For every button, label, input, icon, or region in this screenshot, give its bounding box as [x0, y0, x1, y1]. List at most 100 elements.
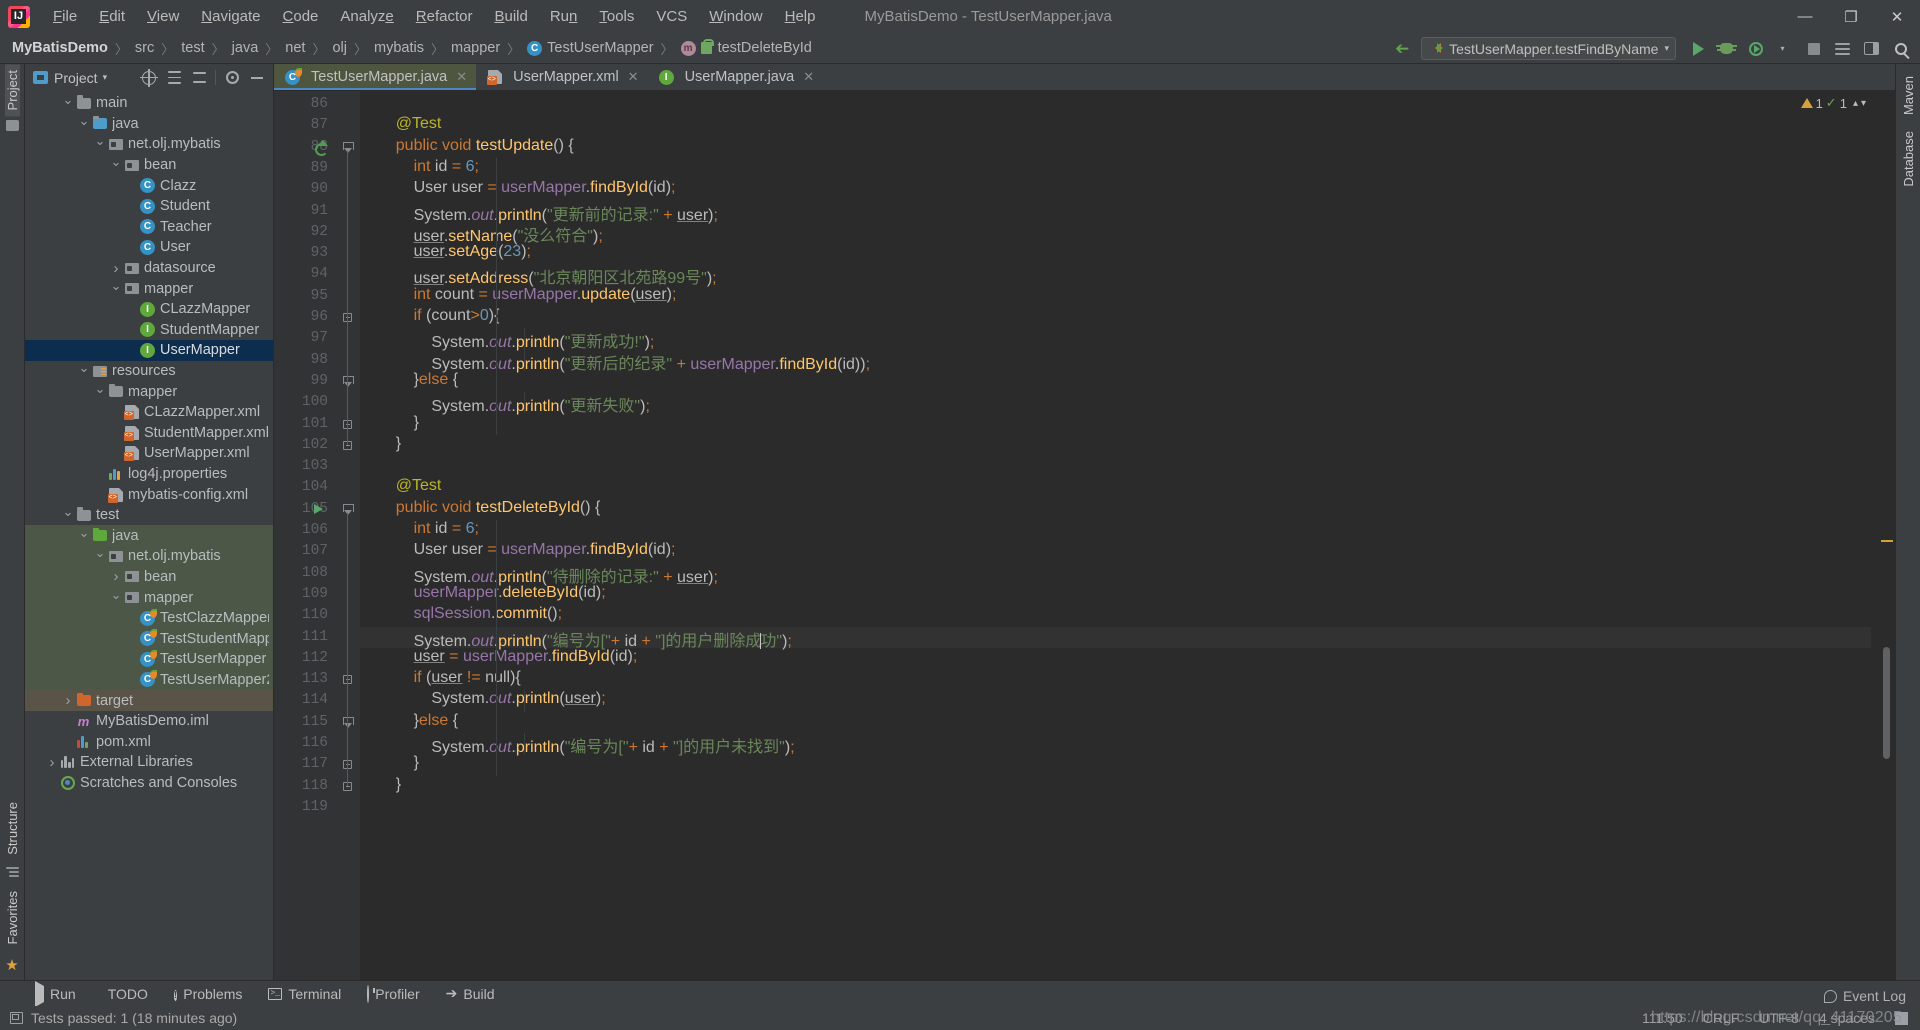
menu-edit[interactable]: Edit	[88, 5, 136, 28]
tree-toggle-right-icon[interactable]	[45, 754, 59, 771]
settings-gear-icon[interactable]	[220, 66, 244, 89]
hide-panel-button[interactable]	[245, 66, 269, 89]
bottom-tab-profiler[interactable]: Profiler	[354, 984, 432, 1003]
tree-node-bean[interactable]: bean	[25, 566, 273, 588]
code-line[interactable]: }else {	[360, 712, 1871, 733]
tree-toggle-down-icon[interactable]	[109, 281, 123, 297]
tree-toggle-down-icon[interactable]	[93, 384, 107, 400]
tree-toggle-right-icon[interactable]	[61, 692, 75, 709]
tree-toggle-down-icon[interactable]	[109, 590, 123, 606]
tree-node-studentmapper-xml[interactable]: StudentMapper.xml	[25, 423, 273, 444]
code-line[interactable]: }	[360, 414, 1871, 435]
code-line[interactable]: user.setAddress("北京朝阳区北苑路99号");	[360, 264, 1871, 287]
tree-toggle-down-icon[interactable]	[77, 363, 91, 379]
menu-analyze[interactable]: Analyze	[329, 5, 404, 28]
code-line[interactable]: System.out.println("更新成功!");	[360, 328, 1871, 351]
tree-node-java[interactable]: java	[25, 525, 273, 547]
next-highlight-icon[interactable]: ▾	[1861, 98, 1866, 109]
tree-node-testusermapper2[interactable]: C TestUserMapper2	[25, 669, 273, 691]
tree-node-mybatis-config-xml[interactable]: mybatis-config.xml	[25, 484, 273, 505]
prev-highlight-icon[interactable]: ▴	[1853, 98, 1858, 109]
menu-refactor[interactable]: Refactor	[405, 5, 484, 28]
debug-button[interactable]	[1713, 35, 1740, 62]
tree-node-clazzmapper-xml[interactable]: CLazzMapper.xml	[25, 402, 273, 423]
tree-node-mybatisdemo-iml[interactable]: m MyBatisDemo.iml	[25, 711, 273, 732]
tree-node-teststudentmapper[interactable]: CTestStudentMapper	[25, 628, 273, 650]
tree-toggle-right-icon[interactable]	[109, 260, 123, 277]
run-button[interactable]	[1684, 35, 1711, 62]
collapse-all-button[interactable]	[187, 66, 211, 89]
code-line[interactable]: sqlSession.commit();	[360, 605, 1871, 626]
tool-window-maven[interactable]: Maven	[1901, 70, 1916, 121]
fold-gutter[interactable]	[336, 91, 360, 980]
file-encoding[interactable]: UTF-8	[1759, 1010, 1799, 1026]
editor-tab-testusermapper-java[interactable]: C TestUserMapper.java ✕	[274, 64, 477, 90]
tree-node-java[interactable]: java	[25, 114, 273, 135]
breadcrumb-testusermapper[interactable]: C TestUserMapper	[527, 40, 654, 56]
tree-node-teacher[interactable]: C Teacher	[25, 217, 273, 238]
more-run-options-button[interactable]: ▾	[1771, 35, 1798, 62]
indent-setting[interactable]: 4 spaces	[1819, 1010, 1875, 1026]
tree-node-user[interactable]: C User	[25, 237, 273, 258]
code-line[interactable]: @Test	[360, 477, 1871, 498]
tree-node-testclazzmapper[interactable]: C TestClazzMapper	[25, 607, 273, 629]
breadcrumb-src[interactable]: src	[135, 40, 154, 56]
layout-button[interactable]	[1858, 35, 1885, 62]
code-line[interactable]: public void testUpdate() {	[360, 137, 1871, 158]
tree-node-usermapper[interactable]: I UserMapper	[25, 340, 273, 361]
code-line[interactable]: }	[360, 435, 1871, 456]
menu-code[interactable]: Code	[272, 5, 330, 28]
code-line[interactable]: System.out.println("更新前的记录:" + user);	[360, 201, 1871, 224]
tree-node-mapper[interactable]: mapper	[25, 381, 273, 402]
tree-node-test[interactable]: test	[25, 505, 273, 526]
menu-run[interactable]: Run	[539, 5, 589, 28]
code-line[interactable]: System.out.println("更新后的纪录" + userMapper…	[360, 350, 1871, 373]
chevron-down-icon[interactable]: ▾	[103, 72, 108, 83]
star-icon[interactable]: ★	[5, 956, 18, 974]
breadcrumb-olj[interactable]: olj	[332, 40, 347, 56]
code-line[interactable]: int id = 6;	[360, 158, 1871, 179]
tree-node-log4j-properties[interactable]: log4j.properties	[25, 464, 273, 485]
tree-toggle-down-icon[interactable]	[61, 95, 75, 111]
close-button[interactable]: ✕	[1874, 0, 1920, 33]
project-tree[interactable]: mainjavanet.olj.mybatisbeanCClazzCStuden…	[25, 91, 273, 980]
bottom-tab-problems[interactable]: ! Problems	[161, 985, 255, 1002]
tree-node-main[interactable]: main	[25, 93, 273, 114]
code-line[interactable]: if (user != null){	[360, 669, 1871, 690]
menu-vcs[interactable]: VCS	[645, 5, 698, 28]
menu-window[interactable]: Window	[698, 5, 773, 28]
run-test-method-icon[interactable]	[314, 139, 328, 156]
tree-node-testusermapper[interactable]: C TestUserMapper	[25, 649, 273, 670]
menu-navigate[interactable]: Navigate	[190, 5, 271, 28]
run-with-coverage-button[interactable]	[1742, 35, 1769, 62]
code-line[interactable]: user.setName("没么符合");	[360, 222, 1871, 245]
close-tab-icon[interactable]: ✕	[628, 69, 639, 85]
tree-node-studentmapper[interactable]: I StudentMapper	[25, 320, 273, 341]
tree-node-clazz[interactable]: C Clazz	[25, 175, 273, 196]
lock-icon[interactable]	[1895, 1011, 1908, 1025]
breadcrumb-mybatisdemo[interactable]: MyBatisDemo	[12, 40, 108, 56]
tree-toggle-down-icon[interactable]	[93, 136, 107, 152]
tree-toggle-down-icon[interactable]	[77, 116, 91, 132]
scroll-from-source-button[interactable]	[137, 66, 161, 89]
bottom-tab-todo[interactable]: TODO	[89, 986, 161, 1002]
minimize-button[interactable]: —	[1782, 0, 1828, 33]
event-log-button[interactable]: Event Log	[1823, 988, 1906, 1004]
menu-file[interactable]: File	[42, 5, 88, 28]
editor-scrollbar-thumb[interactable]	[1883, 647, 1890, 759]
tree-toggle-down-icon[interactable]	[77, 528, 91, 544]
tree-node-student[interactable]: C Student	[25, 196, 273, 217]
code-line[interactable]: System.out.println("更新失败");	[360, 392, 1871, 415]
tree-node-usermapper-xml[interactable]: UserMapper.xml	[25, 443, 273, 464]
code-line[interactable]: System.out.println("编号为["+ id + "]的用户删除成…	[360, 626, 1871, 650]
line-separator[interactable]: CRLF	[1703, 1010, 1740, 1026]
bottom-tab-terminal[interactable]: >_ Terminal	[255, 986, 354, 1002]
code-line[interactable]: user.setAge(23);	[360, 243, 1871, 264]
structure-icon[interactable]	[5, 866, 19, 879]
close-tab-icon[interactable]: ✕	[803, 69, 814, 85]
bottom-tab-run[interactable]: Run	[22, 980, 89, 1007]
editor-tab-usermapper-java[interactable]: I UserMapper.java ✕	[648, 64, 824, 90]
menu-help[interactable]: Help	[774, 5, 827, 28]
tree-node-pom-xml[interactable]: pom.xml	[25, 731, 273, 752]
code-line[interactable]: System.out.println("编号为["+ id + "]的用户未找到…	[360, 733, 1871, 756]
